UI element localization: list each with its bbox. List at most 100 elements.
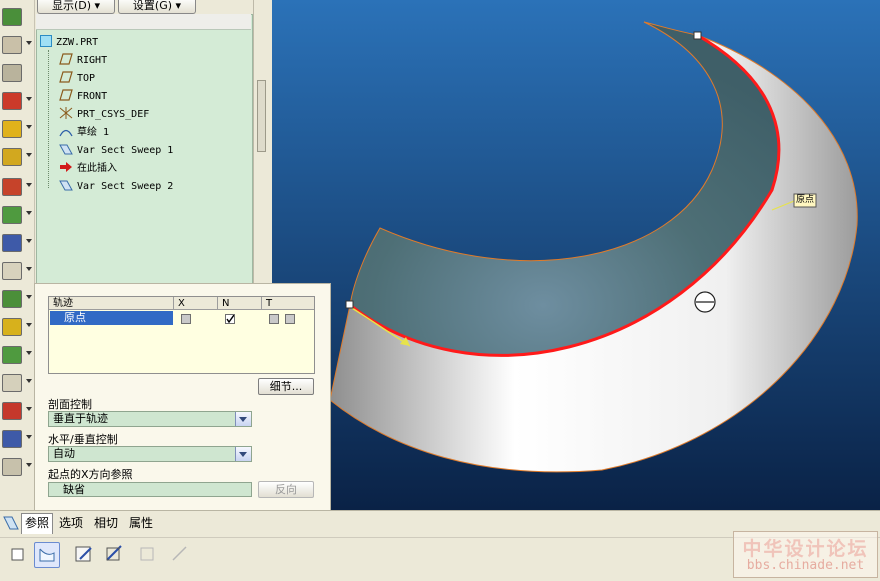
col-header-x: X [174,297,218,310]
thicken-icon [2,374,22,392]
start-point-marker[interactable] [345,300,354,309]
tree-item-sweep-1[interactable]: Var Sect Sweep 1 [59,143,173,159]
chevron-down-icon[interactable] [235,412,251,426]
tree-item-label: FRONT [77,91,108,102]
tree-item-sweep-2[interactable]: Var Sect Sweep 2 [59,179,173,195]
solid-type-button[interactable] [6,542,30,566]
datum-icon [2,8,22,26]
hv-control-select[interactable]: 自动 [48,446,252,462]
trajectory-row-origin[interactable]: 原点 [50,311,173,325]
tab-references[interactable]: 参照 [21,513,54,534]
draft-icon [2,120,22,138]
tree-scroll-thumb[interactable] [257,80,266,152]
toolbar-button-15[interactable] [2,402,32,420]
left-toolbar [0,0,35,510]
flip-button[interactable]: 反向 [258,481,314,498]
origin-tag-label: 原点 [796,195,815,205]
tree-item-sketch[interactable]: 草绘 1 [59,125,109,141]
tree-item-csys[interactable]: PRT_CSYS_DEF [59,107,149,123]
tab-properties[interactable]: 属性 [126,513,156,533]
hv-control-label: 水平/垂直控制 [48,433,118,446]
section-control-select[interactable]: 垂直于轨迹 [48,411,252,427]
csys-icon [59,107,73,119]
model-view [272,0,880,510]
toolbar-button-7[interactable] [2,178,32,196]
tree-item-label: ZZW.PRT [56,37,99,48]
merge-ends-icon [172,546,187,561]
toolbar-button-6[interactable] [2,148,32,166]
tree-guide-line [48,50,49,188]
checkbox-t-2[interactable] [285,314,295,324]
tree-item-label: 草绘 1 [77,127,110,138]
toolbar-button-2[interactable] [2,36,32,54]
checkbox-t-1[interactable] [269,314,279,324]
datum-plane-icon [59,53,73,65]
display-menu-label: 显示(D) [51,0,92,12]
remove-material-icon [106,545,122,561]
tree-item-label: Var Sect Sweep 2 [77,181,174,192]
sketch-section-button[interactable] [72,542,96,566]
project-icon [2,458,22,476]
edit-section-icon [75,546,92,562]
tree-item-label: Var Sect Sweep 1 [77,145,174,156]
surface-type-button[interactable] [34,542,60,568]
toolbar-button-5[interactable] [2,120,32,138]
toolbar-button-14[interactable] [2,374,32,392]
toolbar-button-8[interactable] [2,206,32,224]
tab-options[interactable]: 选项 [56,513,86,533]
tree-scrollbar[interactable] [253,0,268,284]
toolbar-button-17[interactable] [2,458,32,476]
merge-ends-button[interactable] [168,542,192,566]
trajectory-table[interactable]: 轨迹 X N T 原点 [48,296,315,374]
tree-item-insert-here[interactable]: 在此插入 [59,161,117,177]
round-icon [2,64,22,82]
tree-item-front[interactable]: FRONT [59,89,107,105]
solid-icon [11,548,24,561]
section-control-value: 垂直于轨迹 [53,412,108,425]
remove-material-button[interactable] [102,542,126,566]
tree-item-part[interactable]: ZZW.PRT [40,35,98,51]
graphics-window[interactable]: 原点 [272,0,880,510]
tree-item-right[interactable]: RIGHT [59,53,107,69]
mirror-icon [2,234,22,252]
intersect-icon [2,430,22,448]
tab-tangency[interactable]: 相切 [91,513,121,533]
checkbox-x[interactable] [181,314,191,324]
end-point-marker[interactable] [693,31,702,40]
sweep-icon [59,179,73,191]
toolbar-button-3[interactable] [2,64,22,82]
tree-item-top[interactable]: TOP [59,71,95,87]
toolbar-button-4[interactable] [2,92,32,110]
datum-plane-icon [59,71,73,83]
settings-menu-button[interactable]: 设置(G) ▾ [118,0,196,14]
chamfer-icon [2,92,22,110]
details-button[interactable]: 细节... [258,378,314,395]
checkbox-n[interactable] [225,314,235,324]
model-tree-header [36,14,251,30]
sketch-icon [59,125,73,137]
toolbar-button-13[interactable] [2,346,32,364]
watermark-text: 中华设计论坛 [742,538,869,560]
surface-icon [39,548,55,562]
toolbar-button-9[interactable] [2,234,32,252]
x-ref-field[interactable]: 缺省 [48,482,252,497]
solidify-icon [2,402,22,420]
display-menu-button[interactable]: 显示(D) ▾ [37,0,115,14]
settings-menu-label: 设置(G) [132,0,173,12]
rib-icon [2,178,22,196]
toolbar-button-1[interactable] [2,8,22,26]
col-header-n: N [218,297,262,310]
col-header-t: T [262,297,314,310]
toolbar-button-12[interactable] [2,318,32,336]
thicken-button[interactable] [136,542,160,566]
pattern-icon [2,206,22,224]
forum-watermark: 中华设计论坛 bbs.chinade.net [733,531,878,578]
toolbar-button-16[interactable] [2,430,32,448]
chevron-down-icon[interactable] [235,447,251,461]
toolbar-button-10[interactable] [2,262,32,280]
part-icon [40,35,52,47]
toolbar-button-11[interactable] [2,290,32,308]
extend-icon [2,318,22,336]
tree-item-label: 在此插入 [77,163,117,174]
tree-item-label: PRT_CSYS_DEF [77,109,150,120]
